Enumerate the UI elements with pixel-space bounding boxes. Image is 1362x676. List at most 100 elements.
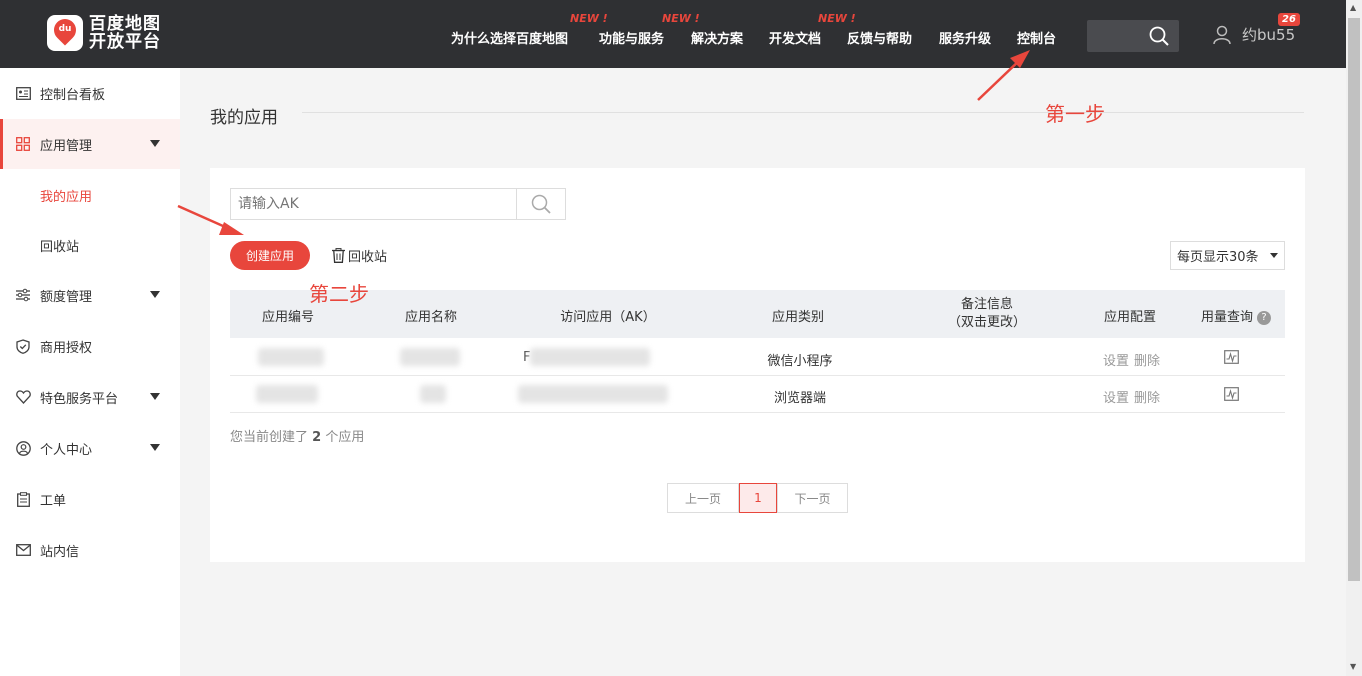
sidebar: 控制台看板 应用管理 我的应用 回收站 额度管理 商用授权 特色服务平台 个人中… bbox=[0, 68, 180, 676]
app-count-text: 您当前创建了 2 个应用 bbox=[230, 426, 364, 445]
sidebar-sub-my-apps[interactable]: 我的应用 bbox=[40, 186, 92, 205]
redacted-ak bbox=[518, 385, 668, 403]
sidebar-item-label: 站内信 bbox=[40, 544, 80, 560]
col-config: 应用配置 bbox=[1103, 310, 1157, 325]
user-menu[interactable]: 约bu55 bbox=[1212, 24, 1295, 45]
help-icon[interactable]: ? bbox=[1257, 311, 1272, 325]
table-header: 应用编号 应用名称 访问应用（AK） 应用类别 备注信息 （双击更改） 应用配置… bbox=[230, 290, 1285, 338]
title-divider bbox=[302, 112, 1304, 113]
sidebar-item-label: 个人中心 bbox=[40, 442, 93, 458]
current-page[interactable]: 1 bbox=[739, 483, 777, 513]
sidebar-item-label: 特色服务平台 bbox=[40, 391, 119, 407]
user-icon bbox=[1213, 25, 1231, 44]
chevron-down-icon bbox=[1270, 253, 1278, 258]
sidebar-item-license[interactable]: 商用授权 bbox=[0, 321, 180, 371]
redacted-app-id bbox=[258, 348, 324, 366]
col-note-line1: 备注信息 bbox=[960, 297, 1014, 312]
sidebar-item-dashboard[interactable]: 控制台看板 bbox=[0, 68, 180, 118]
col-note: 备注信息 （双击更改） bbox=[948, 296, 1026, 332]
search-icon[interactable] bbox=[1149, 26, 1169, 46]
nav-features[interactable]: 功能与服务 bbox=[599, 28, 664, 47]
col-ak: 访问应用（AK） bbox=[560, 310, 656, 325]
caret-down-icon bbox=[150, 291, 160, 298]
caret-down-icon bbox=[150, 444, 160, 451]
ak-search-button[interactable] bbox=[516, 188, 566, 220]
page-size-select[interactable]: 每页显示30条 bbox=[1170, 241, 1285, 270]
app-type: 微信小程序 bbox=[767, 354, 833, 369]
sidebar-item-app-management[interactable]: 应用管理 bbox=[0, 119, 180, 169]
recycle-bin-link[interactable]: 回收站 bbox=[332, 246, 387, 265]
redacted-app-id bbox=[256, 385, 318, 403]
settings-link[interactable]: 设置 bbox=[1103, 387, 1129, 406]
page-title: 我的应用 bbox=[210, 108, 278, 128]
prev-page-button[interactable]: 上一页 bbox=[667, 483, 739, 513]
delete-link[interactable]: 删除 bbox=[1134, 387, 1160, 406]
app-type: 浏览器端 bbox=[773, 391, 827, 406]
mail-icon bbox=[15, 542, 31, 558]
sidebar-item-special-services[interactable]: 特色服务平台 bbox=[0, 372, 180, 422]
caret-down-icon bbox=[150, 140, 160, 147]
delete-link[interactable]: 删除 bbox=[1134, 350, 1160, 369]
count-prefix: 您当前创建了 bbox=[230, 430, 309, 445]
message-badge: 26 bbox=[1278, 13, 1300, 26]
sidebar-item-quota[interactable]: 额度管理 bbox=[0, 270, 180, 320]
logo-text: 百度地图 开放平台 bbox=[89, 14, 161, 52]
nav-console[interactable]: 控制台 bbox=[1017, 28, 1056, 47]
nav-feedback[interactable]: 反馈与帮助 bbox=[847, 28, 912, 47]
scroll-down-arrow[interactable]: ▼ bbox=[1350, 662, 1356, 671]
annotation-step2: 第二步 bbox=[309, 282, 369, 306]
next-page-button[interactable]: 下一页 bbox=[777, 483, 848, 513]
col-usage: 用量查询? bbox=[1200, 306, 1272, 325]
nav-docs[interactable]: 开发文档 bbox=[769, 28, 821, 47]
usage-chart-icon[interactable] bbox=[1224, 387, 1239, 401]
nav-why-baidu[interactable]: 为什么选择百度地图 bbox=[451, 28, 568, 47]
top-search-box[interactable] bbox=[1087, 20, 1179, 52]
sidebar-item-label: 工单 bbox=[40, 493, 67, 509]
top-navbar: du 百度地图 开放平台 NEW ! NEW ! NEW ! 为什么选择百度地图… bbox=[0, 0, 1346, 68]
nav-solutions[interactable]: 解决方案 bbox=[691, 28, 743, 47]
baidu-map-logo[interactable]: du 百度地图 开放平台 bbox=[47, 14, 161, 52]
caret-down-icon bbox=[150, 393, 160, 400]
scroll-thumb[interactable] bbox=[1348, 18, 1360, 581]
col-note-line2: （双击更改） bbox=[947, 315, 1027, 330]
col-app-id: 应用编号 bbox=[261, 310, 315, 325]
username: 约bu55 bbox=[1242, 26, 1296, 44]
sidebar-item-label: 控制台看板 bbox=[40, 87, 106, 103]
sidebar-item-tickets[interactable]: 工单 bbox=[0, 474, 180, 524]
trash-icon bbox=[332, 248, 345, 263]
clipboard-icon bbox=[15, 491, 31, 507]
new-tag: NEW ! bbox=[662, 12, 700, 25]
sidebar-item-messages[interactable]: 站内信 bbox=[0, 525, 180, 575]
sidebar-item-label: 商用授权 bbox=[40, 340, 93, 356]
recycle-label: 回收站 bbox=[348, 250, 388, 265]
page-size-value: 每页显示30条 bbox=[1177, 250, 1259, 265]
col-usage-label: 用量查询 bbox=[1200, 310, 1254, 325]
dashboard-icon bbox=[15, 85, 31, 101]
sidebar-item-label: 应用管理 bbox=[40, 138, 93, 154]
col-app-type: 应用类别 bbox=[771, 310, 825, 325]
user-circle-icon bbox=[15, 440, 31, 456]
new-tag: NEW ! bbox=[818, 12, 856, 25]
settings-link[interactable]: 设置 bbox=[1103, 350, 1129, 369]
usage-chart-icon[interactable] bbox=[1224, 350, 1239, 364]
sliders-icon bbox=[15, 287, 31, 303]
logo-mark-icon: du bbox=[47, 14, 83, 51]
shield-icon bbox=[15, 338, 31, 354]
count-suffix: 个应用 bbox=[325, 430, 365, 445]
sidebar-item-personal[interactable]: 个人中心 bbox=[0, 423, 180, 473]
sidebar-sub-recycle[interactable]: 回收站 bbox=[40, 236, 79, 255]
scroll-up-arrow[interactable]: ▲ bbox=[1350, 3, 1356, 12]
new-tag: NEW ! bbox=[570, 12, 608, 25]
redacted-ak bbox=[530, 348, 650, 366]
ak-search-input[interactable] bbox=[230, 188, 517, 220]
page-scrollbar[interactable]: ▲ ▼ bbox=[1346, 0, 1362, 676]
redacted-app-name bbox=[400, 348, 460, 366]
create-app-button[interactable]: 创建应用 bbox=[230, 241, 310, 270]
heart-shield-icon bbox=[15, 389, 31, 405]
nav-upgrade[interactable]: 服务升级 bbox=[939, 28, 991, 47]
search-icon bbox=[531, 194, 551, 214]
redacted-app-name bbox=[420, 385, 446, 403]
table-row: F 微信小程序 设置 删除 bbox=[230, 339, 1285, 376]
table-row: 浏览器端 设置 删除 bbox=[230, 376, 1285, 413]
annotation-step1: 第一步 bbox=[1045, 102, 1105, 126]
